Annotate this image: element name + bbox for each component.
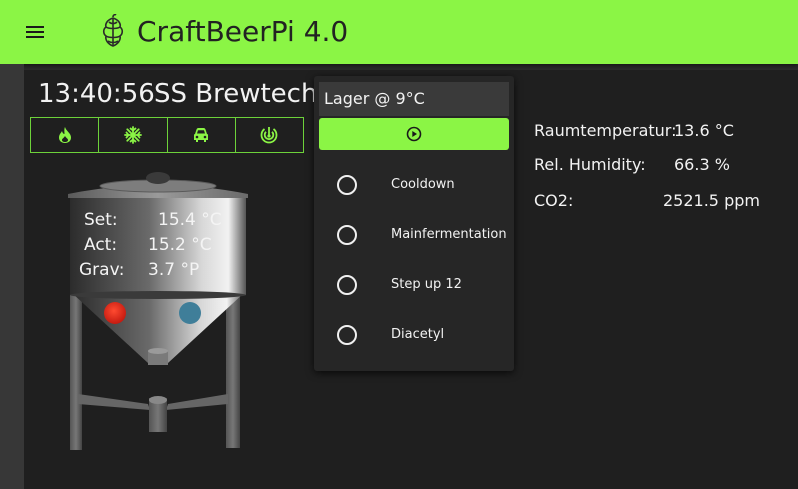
app-bar: CraftBeerPi 4.0: [0, 0, 798, 64]
sensor-label-room-temperature: Raumtemperatur:: [534, 121, 677, 140]
menu-icon: [26, 26, 44, 28]
set-label: Set:: [84, 210, 118, 230]
car-icon: [194, 128, 209, 142]
act-value: 15.2 °C: [148, 235, 212, 255]
sensor-value-room-temperature: 13.6 °C: [674, 121, 734, 140]
app-title: CraftBeerPi 4.0: [137, 15, 349, 48]
snowflake-icon: [123, 126, 142, 144]
step-item: Mainfermentation: [314, 215, 514, 255]
fermentation-steps-panel: Lager @ 9°C Cooldown Mainfermentation St…: [314, 76, 514, 371]
sensor-label-co2: CO2:: [534, 191, 574, 210]
sensor-label-humidity: Rel. Humidity:: [534, 155, 646, 174]
step-label: Cooldown: [391, 177, 455, 192]
step-radio[interactable]: [337, 225, 357, 245]
car-actor-button[interactable]: [168, 118, 236, 152]
step-radio[interactable]: [337, 275, 357, 295]
step-radio[interactable]: [337, 325, 357, 345]
grav-label: Grav:: [79, 260, 125, 280]
cooler-indicator: [179, 302, 201, 324]
step-label: Step up 12: [391, 277, 462, 292]
brewery-name: SS Brewtech: [154, 79, 318, 109]
flame-icon: [58, 127, 71, 143]
hop-icon: [102, 14, 124, 47]
sensor-value-co2: 2521.5 ppm: [663, 191, 760, 210]
heater-actor-button[interactable]: [31, 118, 100, 152]
actor-button-group: [30, 117, 304, 153]
play-icon: [406, 126, 422, 142]
act-label: Act:: [84, 235, 118, 255]
heater-indicator: [104, 302, 126, 324]
step-label: Mainfermentation: [391, 227, 507, 242]
radar-actor-button[interactable]: [236, 118, 303, 152]
start-fermentation-button[interactable]: [319, 118, 509, 150]
side-strip: [0, 64, 24, 489]
step-item: Step up 12: [314, 265, 514, 305]
step-label: Diacetyl: [391, 327, 445, 342]
step-item: Diacetyl: [314, 315, 514, 355]
sensor-value-humidity: 66.3 %: [674, 155, 730, 174]
set-value: 15.4 °C: [158, 210, 222, 230]
step-item: Cooldown: [314, 165, 514, 205]
cooler-actor-button[interactable]: [99, 118, 168, 152]
step-radio[interactable]: [337, 175, 357, 195]
menu-button[interactable]: [22, 20, 48, 44]
radar-icon: [260, 127, 278, 144]
clock: 13:40:56: [38, 79, 155, 109]
grav-value: 3.7 °P: [148, 260, 200, 280]
recipe-title: Lager @ 9°C: [319, 82, 509, 116]
